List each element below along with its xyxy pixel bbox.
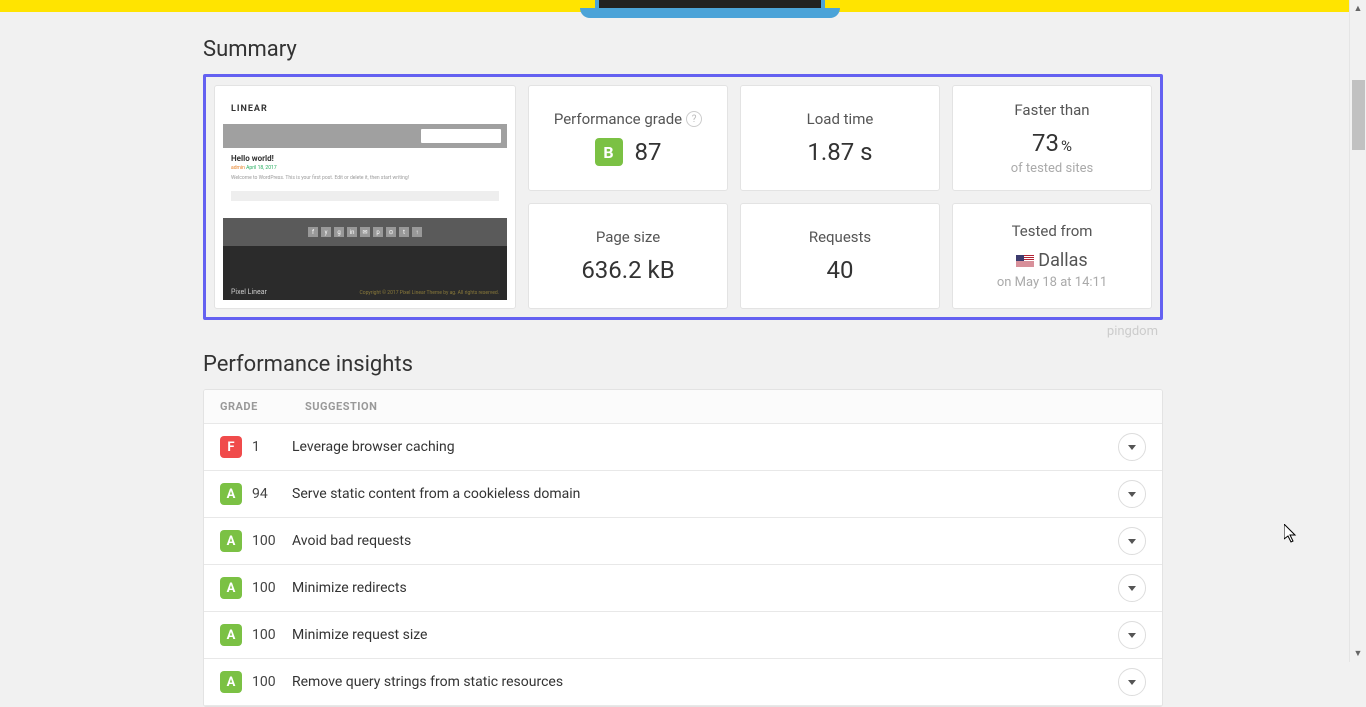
metric-requests: Requests 40 [740,203,940,309]
screenshot-social-row: fygin✉p⊙t↑ [223,218,507,246]
insight-grade-badge: A [220,671,242,693]
screenshot-post-text: Welcome to WordPress. This is your first… [231,175,499,181]
insight-suggestion-text: Serve static content from a cookieless d… [292,486,1118,502]
insight-row[interactable]: A 100 Minimize redirects [204,565,1162,612]
screenshot-post-meta: admin April 18, 2017 [231,165,499,171]
metric-performance-grade: Performance grade ? B 87 [528,85,728,191]
scroll-thumb[interactable] [1352,80,1365,150]
faster-than-value: 73% [1032,129,1072,157]
performance-grade-badge: B [595,138,623,166]
insight-grade-badge: A [220,577,242,599]
metric-label-performance: Performance grade [554,110,682,128]
metric-label-pagesize: Page size [596,228,660,246]
chevron-down-icon [1128,492,1136,497]
insight-suggestion-text: Leverage browser caching [292,439,1118,455]
screenshot-logo: LINEAR [223,94,507,124]
screenshot-post-title: Hello world! [231,154,499,163]
insight-row[interactable]: A 100 Minimize request size [204,612,1162,659]
metric-label-tested: Tested from [1012,222,1093,240]
summary-box: LINEAR Hello world! admin April 18, 2017… [203,74,1163,320]
chevron-down-icon [1128,633,1136,638]
expand-button[interactable] [1118,433,1146,461]
insight-row[interactable]: A 100 Remove query strings from static r… [204,659,1162,706]
scroll-down-arrow[interactable]: ▼ [1350,645,1366,662]
expand-button[interactable] [1118,480,1146,508]
load-time-value: 1.87 s [807,138,872,166]
chevron-down-icon [1128,539,1136,544]
metric-label-faster: Faster than [1014,101,1089,119]
laptop-illustration [580,0,840,22]
metric-label-requests: Requests [809,228,871,246]
screenshot-footer-left: Pixel Linear [231,288,267,296]
chevron-down-icon [1128,586,1136,591]
insight-row[interactable]: A 94 Serve static content from a cookiel… [204,471,1162,518]
faster-than-sub: of tested sites [1011,161,1093,176]
insight-suggestion-text: Minimize redirects [292,580,1118,596]
chevron-down-icon [1128,680,1136,685]
scrollbar[interactable]: ▲ ▼ [1349,0,1366,662]
tested-from-location: Dallas [1016,250,1087,271]
insight-grade-score: 1 [252,439,292,455]
insight-grade-badge: A [220,530,242,552]
brand-label: pingdom [1107,324,1158,339]
header-grade: Grade [220,400,305,413]
tested-from-timestamp: on May 18 at 14:11 [997,275,1107,290]
insight-grade-score: 100 [252,580,292,596]
screenshot-search [421,129,501,143]
flag-us-icon [1016,255,1034,267]
chevron-down-icon [1128,445,1136,450]
insight-grade-score: 100 [252,627,292,643]
expand-button[interactable] [1118,668,1146,696]
screenshot-nav [223,124,507,148]
insight-grade-badge: A [220,483,242,505]
metric-load-time: Load time 1.87 s [740,85,940,191]
insight-grade-badge: F [220,436,242,458]
expand-button[interactable] [1118,621,1146,649]
insight-grade-badge: A [220,624,242,646]
help-icon[interactable]: ? [686,111,702,127]
insight-suggestion-text: Remove query strings from static resourc… [292,674,1118,690]
metric-faster-than: Faster than 73% of tested sites [952,85,1152,191]
mouse-cursor-icon [1284,524,1300,544]
insight-row[interactable]: A 100 Avoid bad requests [204,518,1162,565]
site-screenshot[interactable]: LINEAR Hello world! admin April 18, 2017… [214,85,516,309]
expand-button[interactable] [1118,574,1146,602]
insights-title: Performance insights [203,352,1163,377]
scroll-up-arrow[interactable]: ▲ [1350,0,1366,17]
page-size-value: 636.2 kB [581,256,674,284]
metric-page-size: Page size 636.2 kB [528,203,728,309]
screenshot-footer-right: Copyright © 2017 Pixel Linear Theme by a… [360,290,500,296]
insight-grade-score: 100 [252,533,292,549]
insights-header-row: Grade Suggestion [204,390,1162,424]
requests-value: 40 [827,256,854,284]
insight-suggestion-text: Minimize request size [292,627,1118,643]
insight-grade-score: 100 [252,674,292,690]
top-yellow-bar [0,0,1366,12]
header-suggestion: Suggestion [305,400,1146,413]
metric-label-loadtime: Load time [807,110,874,128]
performance-score: 87 [635,138,662,166]
insight-row[interactable]: F 1 Leverage browser caching [204,424,1162,471]
expand-button[interactable] [1118,527,1146,555]
insight-grade-score: 94 [252,486,292,502]
metric-tested-from: Tested from Dallas on May 18 at 14:11 [952,203,1152,309]
summary-title: Summary [203,37,1163,62]
insight-suggestion-text: Avoid bad requests [292,533,1118,549]
insights-table: Grade Suggestion F 1 Leverage browser ca… [203,389,1163,707]
